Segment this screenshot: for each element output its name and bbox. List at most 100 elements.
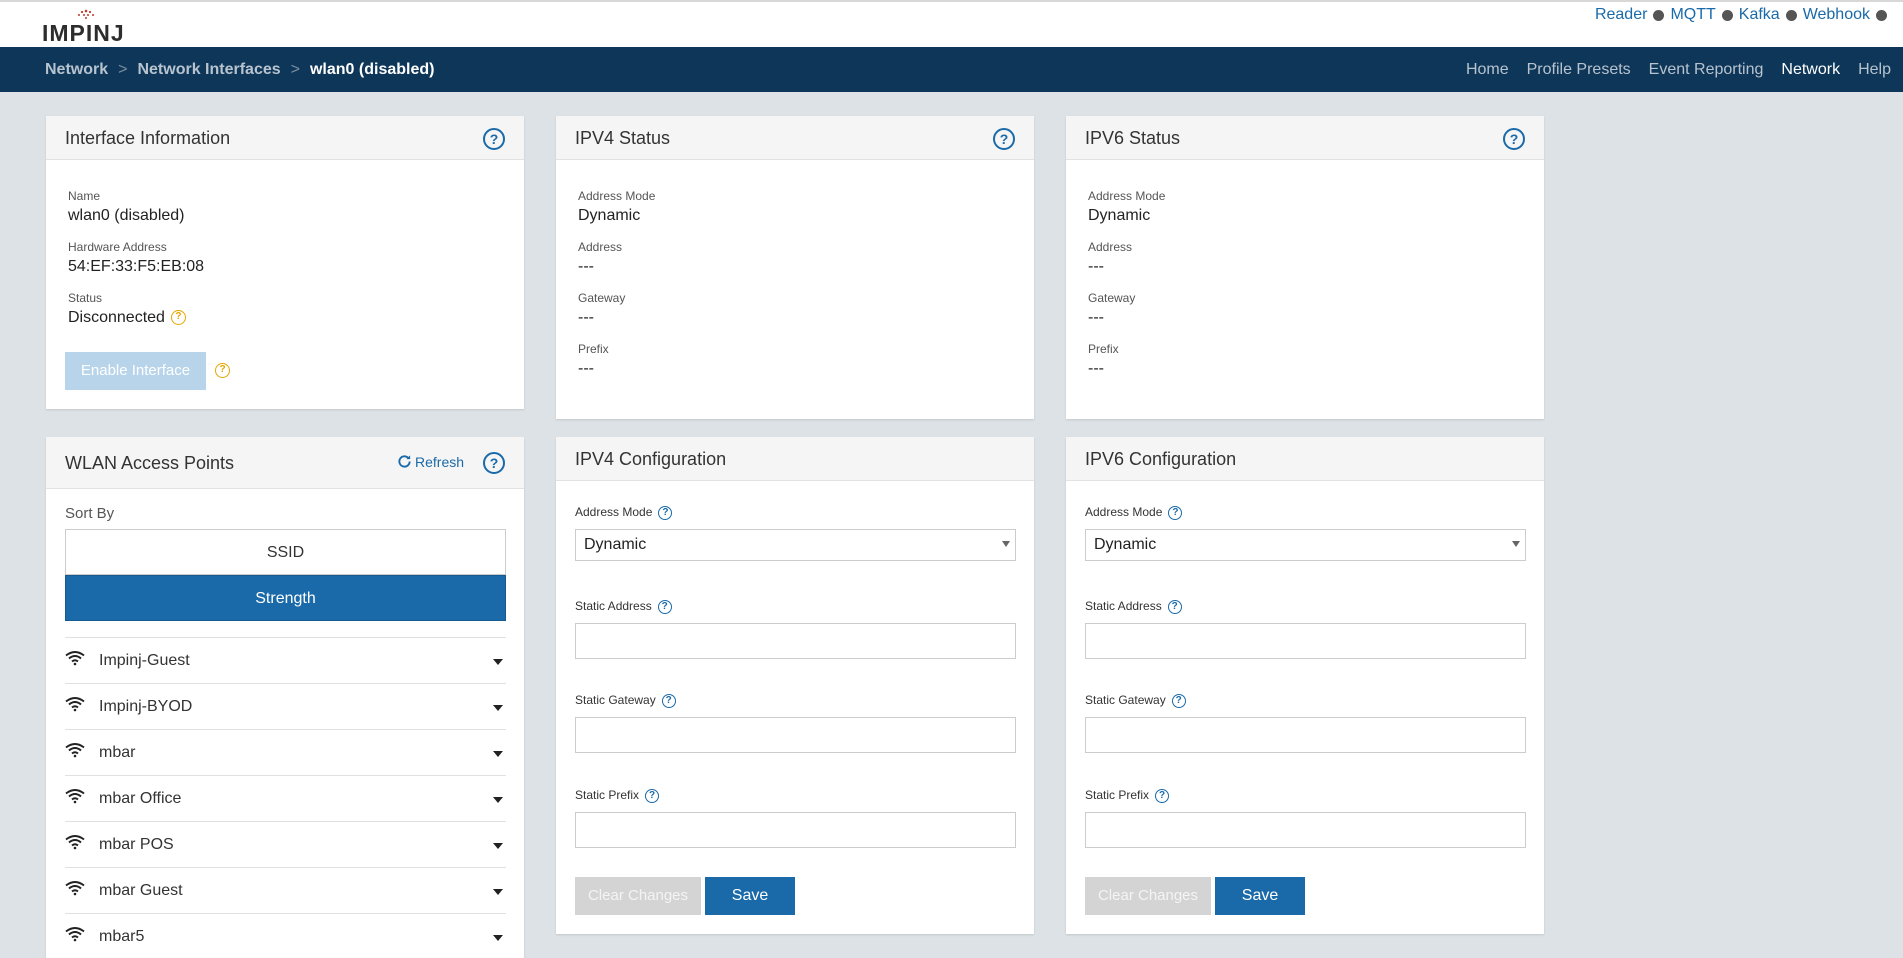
nav-profile-presets[interactable]: Profile Presets [1527, 61, 1631, 79]
address-mode-select[interactable]: Dynamic [575, 529, 1016, 561]
static-prefix-input[interactable] [575, 812, 1016, 848]
static-gateway-input[interactable] [1085, 717, 1526, 753]
refresh-button[interactable]: Refresh [397, 454, 464, 470]
status-label: Status [68, 291, 103, 305]
status-value-row: Disconnected? [68, 309, 186, 327]
static-prefix-label-row: Static Prefix? [1085, 788, 1170, 803]
chevron-down-icon[interactable] [493, 705, 503, 711]
wlan-network-item[interactable]: mbar [65, 729, 506, 775]
hardware-address-value: 54:EF:33:F5:EB:08 [68, 258, 205, 275]
static-prefix-help-icon[interactable]: ? [1155, 788, 1170, 803]
static-address-help-icon[interactable]: ? [657, 599, 672, 614]
clear-changes-button[interactable]: Clear Changes [1085, 877, 1211, 915]
status-help-icon[interactable]: ? [170, 310, 186, 326]
chevron-down-icon[interactable] [493, 751, 503, 757]
status-value: Disconnected [68, 309, 165, 326]
sort-ssid-label: SSID [266, 544, 305, 561]
interface-information-card: Interface Information ? Name wlan0 (disa… [46, 116, 524, 409]
card-header: WLAN Access Points Refresh ? [46, 437, 524, 489]
breadcrumb-separator: > [118, 60, 128, 78]
static-prefix-input[interactable] [1085, 812, 1526, 848]
service-status-links: Reader MQTT Kafka Webhook [1589, 6, 1887, 24]
nav-network[interactable]: Network [1781, 61, 1840, 79]
enable-interface-button[interactable]: Enable Interface [65, 352, 206, 390]
main-nav: Home Profile Presets Event Reporting Net… [1448, 47, 1891, 92]
hardware-address-field: Hardware Address 54:EF:33:F5:EB:08 [68, 240, 204, 276]
static-gateway-input[interactable] [575, 717, 1016, 753]
chevron-down-icon[interactable] [493, 935, 503, 941]
wlan-ssid: mbar5 [99, 928, 145, 945]
help-icon[interactable]: ? [993, 128, 1015, 150]
card-title: Interface Information [65, 128, 231, 148]
breadcrumb-separator: > [290, 60, 300, 78]
address-value: --- [578, 258, 594, 275]
prefix-label: Prefix [1088, 342, 1119, 356]
chevron-down-icon[interactable] [493, 797, 503, 803]
kafka-status-dot [1785, 9, 1797, 21]
address-mode-help-icon[interactable]: ? [1168, 505, 1183, 520]
wifi-icon [65, 743, 85, 758]
save-button[interactable]: Save [1215, 877, 1305, 915]
address-mode-label: Address Mode [1085, 505, 1163, 519]
ipv6-configuration-card: IPV6 Configuration Address Mode? Dynamic… [1066, 437, 1544, 934]
static-gateway-label-row: Static Gateway? [575, 693, 676, 708]
wlan-network-item[interactable]: mbar POS [65, 821, 506, 867]
card-title: IPV4 Status [575, 128, 671, 148]
help-icon[interactable]: ? [483, 128, 505, 150]
webhook-status-dot [1876, 9, 1887, 21]
static-address-input[interactable] [1085, 623, 1526, 659]
address-mode-label: Address Mode [1088, 189, 1166, 203]
help-icon[interactable]: ? [1503, 128, 1525, 150]
status-field: Status Disconnected? [68, 291, 186, 327]
wifi-icon [65, 835, 85, 850]
breadcrumb-network-interfaces[interactable]: Network Interfaces [137, 61, 280, 79]
static-address-input[interactable] [575, 623, 1016, 659]
wlan-network-item[interactable]: Impinj-BYOD [65, 683, 506, 729]
save-button[interactable]: Save [705, 877, 795, 915]
address-mode-help-icon[interactable]: ? [658, 505, 673, 520]
address-mode-field: Address Mode Dynamic [1088, 189, 1165, 225]
wlan-ssid: mbar POS [99, 836, 174, 853]
breadcrumb-current: wlan0 (disabled) [309, 60, 435, 78]
enable-interface-help-icon[interactable]: ? [215, 363, 230, 378]
static-address-label: Static Address [575, 599, 652, 613]
status-link-mqtt[interactable]: MQTT [1670, 6, 1715, 24]
impinj-logo: IMPINJ [42, 8, 132, 46]
sort-ssid-button[interactable]: SSID [65, 529, 506, 575]
card-title: WLAN Access Points [65, 453, 235, 473]
card-header: Interface Information ? [46, 116, 524, 160]
nav-bar: Network > Network Interfaces > wlan0 (di… [0, 47, 1903, 92]
chevron-down-icon[interactable] [493, 843, 503, 849]
nav-home[interactable]: Home [1466, 61, 1509, 79]
nav-event-reporting[interactable]: Event Reporting [1649, 61, 1764, 79]
chevron-down-icon[interactable] [493, 659, 503, 665]
sort-strength-button[interactable]: Strength [65, 575, 506, 621]
help-icon[interactable]: ? [483, 452, 505, 474]
wlan-network-item[interactable]: mbar Guest [65, 867, 506, 913]
static-address-help-icon[interactable]: ? [1167, 599, 1182, 614]
chevron-down-icon[interactable] [493, 889, 503, 895]
nav-help[interactable]: Help [1858, 61, 1891, 79]
static-gateway-help-icon[interactable]: ? [661, 693, 676, 708]
static-prefix-help-icon[interactable]: ? [645, 788, 660, 803]
address-mode-selected: Dynamic [584, 536, 647, 553]
top-bar: IMPINJ Reader MQTT Kafka Webhook [0, 0, 1903, 47]
name-value: wlan0 (disabled) [68, 207, 185, 224]
wlan-network-item[interactable]: mbar Office [65, 775, 506, 821]
static-gateway-help-icon[interactable]: ? [1171, 693, 1186, 708]
address-mode-select[interactable]: Dynamic [1085, 529, 1526, 561]
status-link-kafka[interactable]: Kafka [1739, 6, 1780, 24]
clear-changes-label: Clear Changes [587, 887, 689, 904]
wlan-network-item[interactable]: mbar5 [65, 913, 506, 958]
address-field: Address --- [1088, 240, 1132, 276]
address-mode-field: Address Mode Dynamic [578, 189, 655, 225]
status-link-reader[interactable]: Reader [1595, 6, 1647, 24]
breadcrumb-network[interactable]: Network [45, 61, 108, 79]
wlan-network-item[interactable]: Impinj-Guest [65, 637, 506, 683]
clear-changes-button[interactable]: Clear Changes [575, 877, 701, 915]
address-mode-value: Dynamic [578, 207, 641, 224]
static-gateway-label: Static Gateway [1085, 693, 1166, 707]
ipv6-status-card: IPV6 Status ? Address Mode Dynamic Addres… [1066, 116, 1544, 419]
wlan-ssid: Impinj-BYOD [99, 698, 193, 715]
status-link-webhook[interactable]: Webhook [1803, 6, 1870, 24]
